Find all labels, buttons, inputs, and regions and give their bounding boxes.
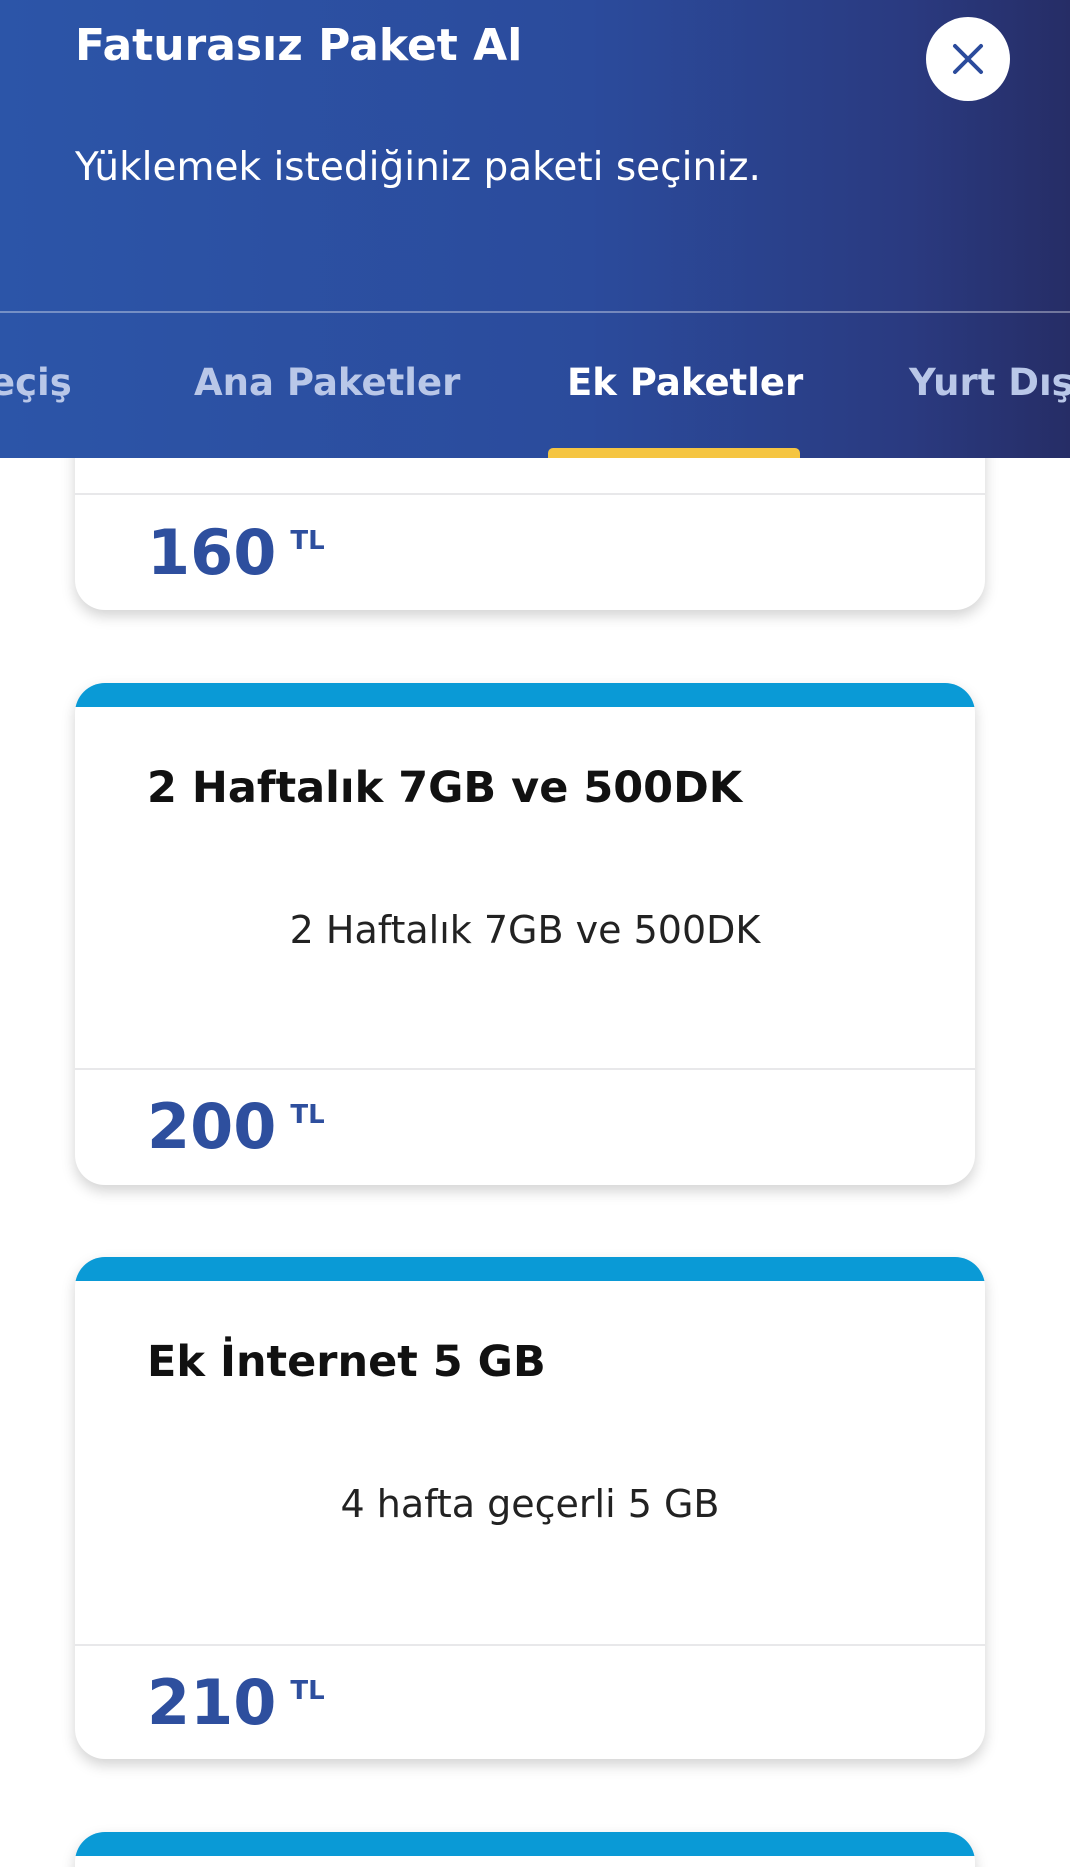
price-value: 200 <box>147 1090 277 1163</box>
card-accent-bar <box>75 1832 975 1856</box>
package-title: 2 Haftalık 7GB ve 500DK <box>147 763 743 813</box>
card-accent-bar <box>75 1257 985 1281</box>
package-card[interactable] <box>75 1832 975 1867</box>
package-card[interactable]: 2 Haftalık 7GB ve 500DK 2 Haftalık 7GB v… <box>75 683 975 1185</box>
page-subtitle: Yüklemek istediğiniz paketi seçiniz. <box>75 145 761 190</box>
active-tab-indicator <box>548 448 800 458</box>
tab-ana-paketler[interactable]: Ana Paketler <box>194 361 460 411</box>
tab-ek-paketler[interactable]: Ek Paketler <box>567 361 803 411</box>
package-title: Ek İnternet 5 GB <box>147 1337 546 1387</box>
package-price: 160 TL <box>147 522 325 584</box>
card-accent-bar <box>75 683 975 707</box>
page-title: Faturasız Paket Al <box>75 20 523 71</box>
package-description: 2 Haftalık 7GB ve 500DK <box>289 908 761 952</box>
price-currency: TL <box>290 1676 325 1706</box>
screen: Faturasız Paket Al Yüklemek istediğiniz … <box>0 0 1070 1867</box>
card-divider <box>75 1644 985 1646</box>
close-icon <box>953 44 983 74</box>
header: Faturasız Paket Al Yüklemek istediğiniz … <box>0 0 1070 458</box>
price-currency: TL <box>290 1100 325 1130</box>
tab-gecis[interactable]: eçiş <box>0 361 72 411</box>
tab-bar: eçiş Ana Paketler Ek Paketler Yurt Dışı <box>0 313 1070 458</box>
card-divider <box>75 493 985 495</box>
price-currency: TL <box>290 526 325 556</box>
tab-yurt-disi[interactable]: Yurt Dışı <box>909 361 1070 411</box>
price-value: 160 <box>147 516 277 589</box>
package-description: 4 hafta geçerli 5 GB <box>340 1482 720 1526</box>
card-divider <box>75 1068 975 1070</box>
close-button[interactable] <box>926 17 1010 101</box>
package-price: 210 TL <box>147 1672 325 1734</box>
price-value: 210 <box>147 1666 277 1739</box>
package-price: 200 TL <box>147 1096 325 1158</box>
package-card[interactable]: Ek İnternet 5 GB 4 hafta geçerli 5 GB 21… <box>75 1257 985 1759</box>
